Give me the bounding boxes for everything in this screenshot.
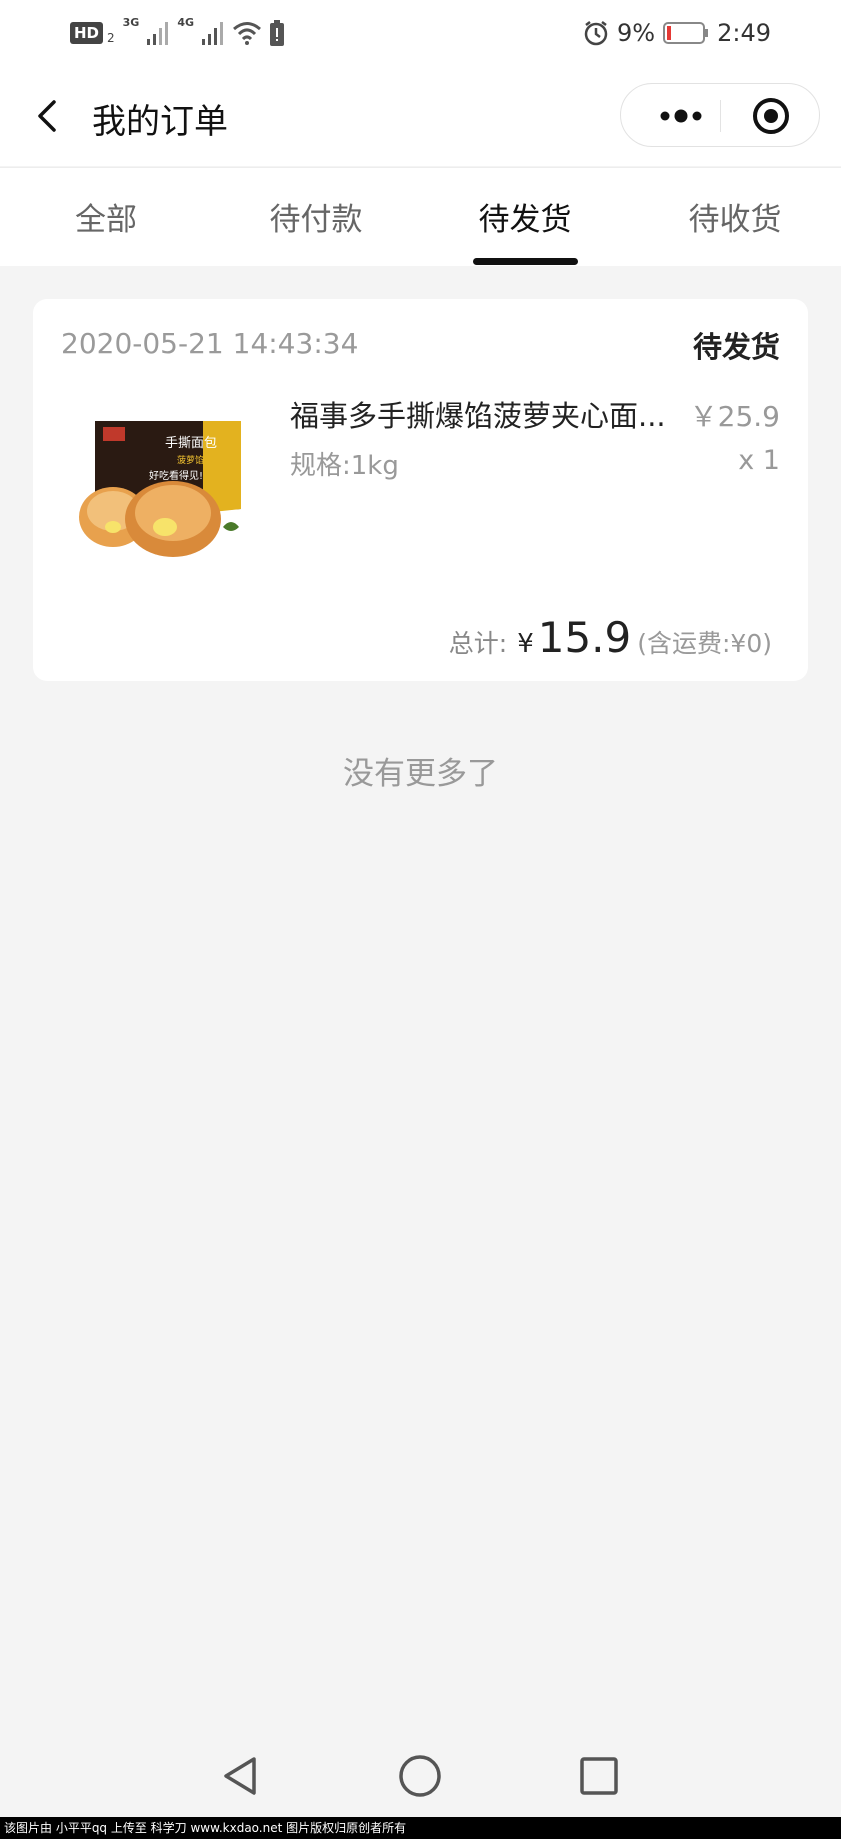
order-time: 2020-05-21 14:43:34	[61, 327, 359, 360]
status-bar: HD 2 3G 4G 9% 2:49	[0, 0, 841, 66]
no-more-text: 没有更多了	[343, 756, 498, 792]
total-currency: ¥	[517, 629, 534, 659]
total-amount: 15.9	[537, 613, 632, 662]
product-price: ￥25.9	[689, 400, 780, 433]
tab-all[interactable]: 全部	[26, 194, 186, 239]
product-spec: 规格:1kg	[290, 451, 399, 481]
back-icon[interactable]	[30, 94, 70, 138]
tab-pending-payment[interactable]: 待付款	[236, 194, 396, 239]
tab-pending-shipment[interactable]: 待发货	[445, 194, 605, 239]
battery-icon	[663, 22, 709, 44]
wifi-icon	[233, 22, 261, 45]
order-tabs: 全部 待付款 待发货 待收货	[0, 167, 841, 266]
battery-percent: 9%	[617, 19, 656, 47]
signal-icon	[147, 22, 169, 45]
system-nav-bar	[0, 1735, 841, 1817]
order-card[interactable]: 2020-05-21 14:43:34 待发货 手撕面包 菠萝馅 好吃看得见! …	[33, 299, 808, 681]
title-bar: 我的订单	[0, 66, 841, 166]
status-left: HD 2 3G 4G	[70, 16, 285, 48]
thumb-box-text: 手撕面包	[165, 436, 217, 451]
nav-recents-icon[interactable]	[576, 1753, 622, 1799]
svg-text:好吃看得见!: 好吃看得见!	[149, 469, 203, 482]
capsule-divider	[720, 100, 721, 132]
page-title: 我的订单	[92, 102, 228, 142]
hd-badge: HD	[70, 22, 104, 44]
clock-time: 2:49	[717, 19, 771, 47]
active-tab-indicator	[473, 258, 578, 265]
shipping-note: (含运费:¥0)	[637, 629, 772, 658]
nav-back-icon[interactable]	[218, 1753, 264, 1799]
watermark-bar: 该图片由 小平平qq 上传至 科学刀 www.kxdao.net 图片版权归原创…	[0, 1817, 841, 1839]
network-4g-label: 4G	[177, 16, 195, 29]
product-quantity: x 1	[738, 445, 780, 476]
battery-alert-icon	[270, 20, 285, 46]
product-name[interactable]: 福事多手撕爆馅菠萝夹心面...	[290, 393, 670, 435]
more-icon[interactable]	[651, 100, 711, 132]
alarm-icon	[584, 21, 608, 46]
svg-text:菠萝馅: 菠萝馅	[177, 454, 204, 466]
product-thumbnail[interactable]: 手撕面包 菠萝馅 好吃看得见!	[73, 409, 253, 559]
status-right: 9% 2:49	[583, 16, 771, 50]
nav-home-icon[interactable]	[397, 1753, 443, 1799]
order-total: 总计: ¥ 15.9 (含运费:¥0)	[449, 613, 772, 662]
network-3g-label: 3G	[122, 16, 140, 29]
total-label: 总计:	[448, 629, 508, 658]
tab-pending-receipt[interactable]: 待收货	[655, 194, 815, 239]
mini-program-capsule	[620, 83, 820, 147]
hd-sub-label: 2	[107, 31, 115, 45]
order-status: 待发货	[692, 330, 780, 364]
target-icon[interactable]	[751, 96, 791, 136]
signal-icon	[202, 22, 224, 45]
